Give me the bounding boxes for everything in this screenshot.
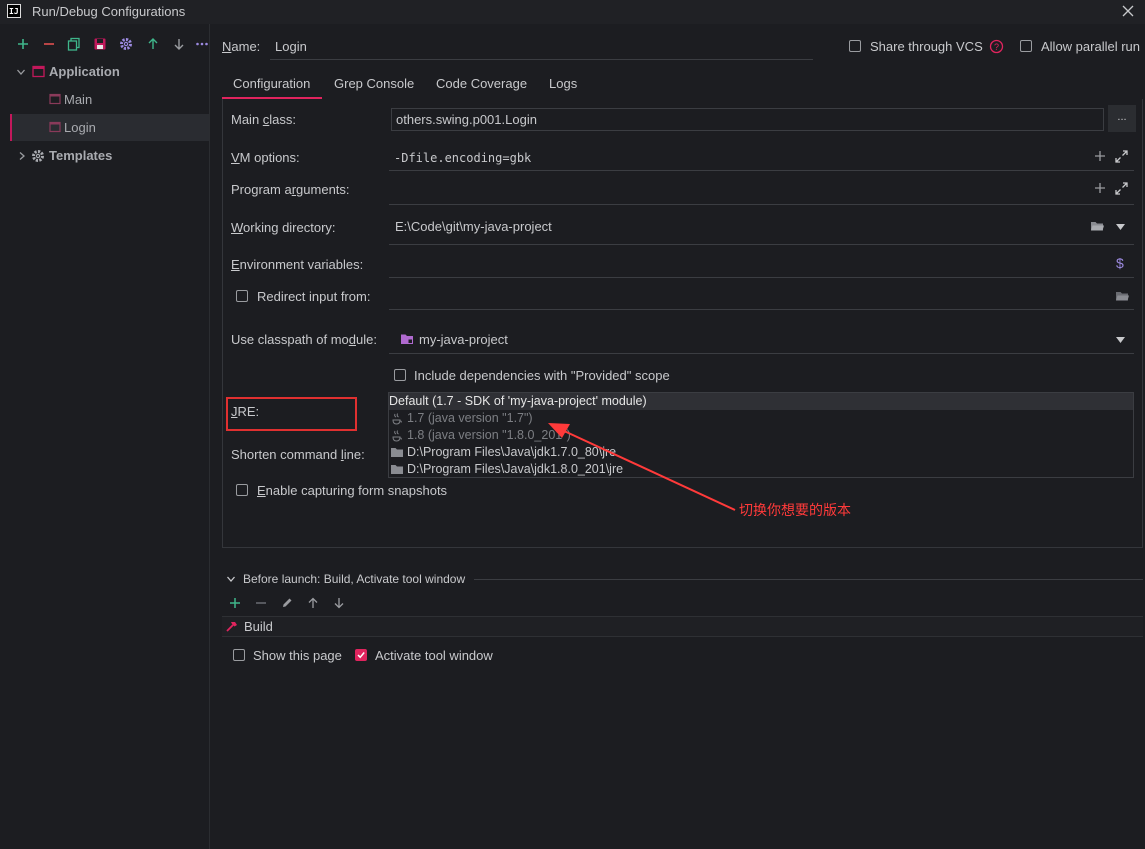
name-label: Name: [222, 39, 261, 54]
before-launch-divider [474, 579, 1143, 580]
include-dependencies-label: Include dependencies with "Provided" sco… [414, 368, 670, 383]
allow-parallel-label: Allow parallel run [1041, 39, 1140, 54]
share-vcs-checkbox[interactable] [849, 40, 861, 52]
vm-options-input[interactable]: -Dfile.encoding=gbk [394, 151, 531, 165]
jre-highlight-box [226, 397, 357, 431]
hammer-icon [225, 620, 238, 633]
jre-option-1-7[interactable]: 1.7 (java version "1.7") [407, 411, 533, 425]
expand-icon[interactable] [1115, 182, 1128, 195]
edit-task-icon[interactable] [281, 597, 293, 609]
activate-tool-window-label: Activate tool window [375, 648, 493, 663]
vm-options-underline [389, 170, 1134, 171]
enable-snapshots-checkbox[interactable] [236, 484, 248, 496]
tree-item-templates[interactable]: Templates [49, 148, 112, 163]
main-class-label: Main class: [231, 112, 297, 127]
working-directory-underline [389, 244, 1134, 245]
program-arguments-input[interactable] [389, 204, 1134, 205]
include-dependencies-checkbox[interactable] [394, 369, 406, 381]
allow-parallel-checkbox[interactable] [1020, 40, 1032, 52]
move-up-icon[interactable] [146, 37, 160, 51]
before-launch-header[interactable]: Before launch: Build, Activate tool wind… [243, 572, 465, 586]
tree-item-login-selected[interactable] [10, 114, 209, 141]
move-task-up-icon[interactable] [307, 597, 319, 609]
dropdown-arrow-icon[interactable] [1116, 337, 1125, 343]
run-config-icon [49, 93, 61, 105]
add-icon[interactable] [16, 37, 30, 51]
activate-tool-window-checkbox[interactable] [355, 649, 367, 661]
folder-icon[interactable] [1090, 220, 1105, 232]
redirect-input-checkbox[interactable] [236, 290, 248, 302]
remove-task-icon[interactable] [255, 597, 267, 609]
working-directory-input[interactable]: E:\Code\git\my-java-project [395, 219, 552, 234]
java-cup-icon [390, 429, 403, 442]
shorten-command-line-label: Shorten command line: [231, 447, 365, 462]
move-down-icon[interactable] [172, 37, 186, 51]
help-icon[interactable]: ? [989, 39, 1004, 54]
classpath-module-label: Use classpath of module: [231, 332, 377, 347]
enable-snapshots-label: Enable capturing form snapshots [257, 483, 448, 498]
vm-options-label: VM options: [231, 150, 300, 165]
add-task-icon[interactable] [229, 597, 241, 609]
folder-icon [390, 464, 404, 475]
build-task-label: Build [244, 619, 273, 634]
java-cup-icon [390, 412, 403, 425]
environment-variables-input[interactable] [389, 277, 1134, 278]
intellij-logo-icon: IJ [7, 4, 21, 18]
environment-variables-label: Environment variables: [231, 257, 364, 272]
gear-icon[interactable] [119, 37, 133, 51]
move-task-down-icon[interactable] [333, 597, 345, 609]
share-vcs-label: Share through VCS [870, 39, 983, 54]
working-directory-label: Working directory: [231, 220, 336, 235]
tree-item-login[interactable]: Login [64, 120, 96, 135]
show-this-page-label: Show this page [253, 648, 342, 663]
before-launch-task-build[interactable] [222, 616, 1143, 637]
folder-icon [390, 447, 404, 458]
copy-icon[interactable] [67, 37, 81, 51]
redirect-input-label: Redirect input from: [257, 289, 371, 304]
run-config-icon [49, 121, 61, 133]
tab-configuration[interactable]: Configuration [233, 76, 310, 91]
dollar-icon[interactable]: $ [1116, 255, 1124, 271]
name-input[interactable]: Login [275, 39, 307, 54]
program-arguments-label: Program arguments: [231, 182, 350, 197]
more-icon[interactable] [195, 37, 209, 51]
save-icon[interactable] [93, 37, 107, 51]
browse-main-class-button[interactable]: ... [1108, 105, 1136, 132]
window-title: Run/Debug Configurations [32, 4, 186, 19]
classpath-underline [389, 353, 1134, 354]
annotation-text: 切换你想要的版本 [739, 503, 851, 519]
templates-gear-icon [31, 149, 45, 163]
tab-logs[interactable]: Logs [549, 76, 577, 91]
close-icon[interactable] [1122, 5, 1134, 17]
chevron-down-icon[interactable] [16, 67, 26, 77]
remove-icon[interactable] [42, 37, 56, 51]
main-class-value: others.swing.p001.Login [396, 112, 537, 127]
application-folder-icon [32, 65, 45, 78]
chevron-down-icon[interactable] [226, 574, 236, 584]
show-this-page-checkbox[interactable] [233, 649, 245, 661]
expand-icon[interactable] [1115, 150, 1128, 163]
dropdown-arrow-icon[interactable] [1116, 224, 1125, 230]
redirect-input-field[interactable] [389, 309, 1134, 310]
tab-grep-console[interactable]: Grep Console [334, 76, 414, 91]
module-folder-icon [400, 333, 414, 345]
name-input-underline [270, 59, 813, 60]
add-argument-icon[interactable] [1094, 182, 1106, 194]
tree-item-application[interactable]: Application [49, 64, 120, 79]
add-vm-option-icon[interactable] [1094, 150, 1106, 162]
tree-item-main[interactable]: Main [64, 92, 92, 107]
annotation-arrow [540, 400, 740, 520]
tab-code-coverage[interactable]: Code Coverage [436, 76, 527, 91]
folder-icon[interactable] [1115, 290, 1130, 302]
chevron-right-icon[interactable] [17, 151, 27, 161]
svg-text:?: ? [994, 42, 999, 52]
classpath-module-select[interactable]: my-java-project [419, 332, 508, 347]
